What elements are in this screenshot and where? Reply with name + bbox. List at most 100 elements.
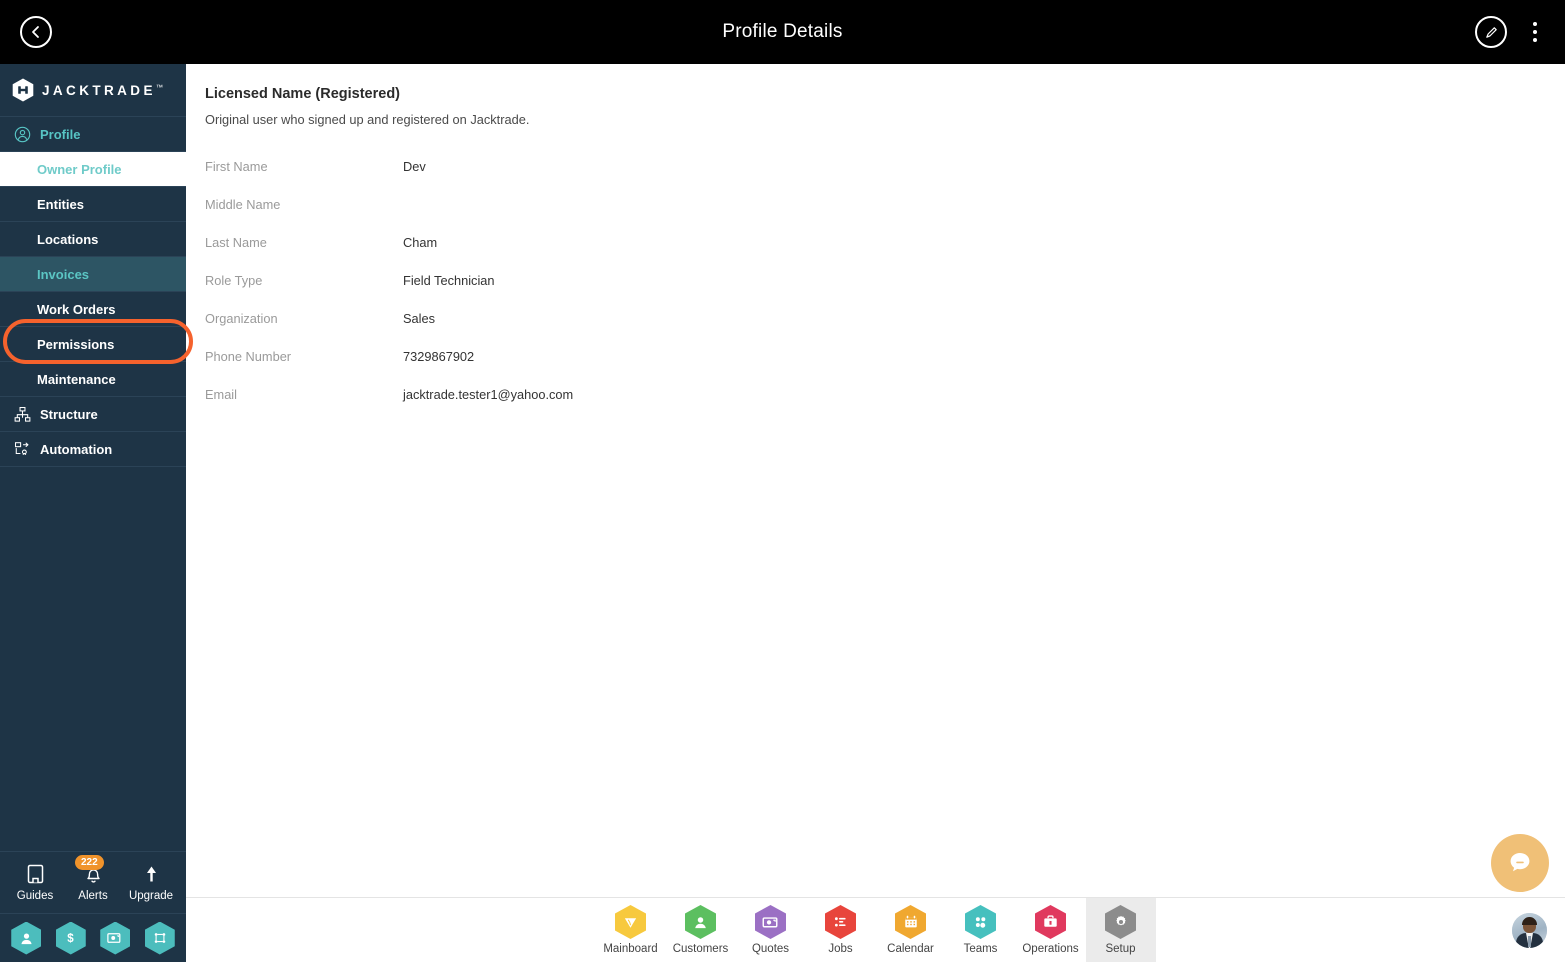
chevron-left-icon (32, 26, 39, 38)
more-options-button[interactable] (1523, 16, 1547, 48)
operations-hex (1035, 905, 1066, 939)
sidebar-item-profile[interactable]: Profile (0, 117, 186, 152)
kebab-dot (1533, 22, 1537, 26)
field-value: Sales (403, 310, 436, 326)
sidebar-item-maintenance[interactable]: Maintenance (0, 362, 186, 397)
sidebar-item-locations[interactable]: Locations (0, 222, 186, 257)
nav-label: Mainboard (603, 943, 658, 955)
structure-icon (14, 406, 31, 422)
nav-teams[interactable]: Teams (946, 898, 1016, 962)
bottom-nav: Mainboard Customers Quotes Jobs Calendar… (186, 897, 1565, 962)
quotes-hex (755, 905, 786, 939)
mainboard-hex (615, 905, 646, 939)
jacktrade-hex-logo (12, 78, 34, 102)
edit-button[interactable] (1475, 16, 1507, 48)
avatar-tie (1528, 936, 1531, 947)
workflow-hex-button[interactable] (144, 921, 175, 955)
arrow-up-icon (146, 866, 156, 882)
nav-mainboard[interactable]: Mainboard (596, 898, 666, 962)
teams-icon (975, 916, 986, 928)
dollar-hex-button[interactable]: $ (55, 921, 86, 955)
nav-quotes[interactable]: Quotes (736, 898, 806, 962)
trademark-mark: ™ (155, 84, 163, 91)
book-icon (27, 864, 43, 884)
sidebar-item-entities[interactable]: Entities (0, 187, 186, 222)
sidebar: JACKTRADE™ Profile Owner Profile Entitie… (0, 64, 193, 962)
field-value: jacktrade.tester1@yahoo.com (403, 386, 574, 402)
sidebar-item-automation[interactable]: Automation (0, 432, 186, 467)
field-value: Field Technician (403, 272, 495, 288)
calendar-icon (904, 915, 917, 928)
sidebar-item-label: Entities (37, 196, 84, 212)
guides-label: Guides (16, 890, 54, 902)
field-label: Email (205, 386, 237, 402)
avatar-hair (1522, 917, 1537, 925)
setup-hex (1105, 905, 1136, 939)
alerts-button[interactable]: 222 Alerts (65, 855, 121, 902)
sidebar-item-invoices[interactable]: Invoices (0, 257, 186, 292)
dollar-hex-icon: $ (68, 933, 75, 945)
sidebar-item-structure[interactable]: Structure (0, 397, 186, 432)
brand-logo[interactable]: JACKTRADE™ (0, 64, 186, 117)
nav-operations[interactable]: Operations (1016, 898, 1086, 962)
quotes-icon (762, 916, 777, 927)
sidebar-item-label: Profile (40, 126, 81, 142)
sidebar-item-permissions[interactable]: Permissions (0, 327, 186, 362)
profile-fields: First Name Dev Middle Name Last Name Cha… (205, 147, 1565, 413)
field-row: Email jacktrade.tester1@yahoo.com (205, 375, 1565, 413)
nav-jobs[interactable]: Jobs (806, 898, 876, 962)
sidebar-item-work-orders[interactable]: Work Orders (0, 292, 186, 327)
field-label: Phone Number (205, 348, 292, 364)
sidebar-item-label: Permissions (37, 336, 115, 352)
nav-label: Operations (1022, 943, 1079, 955)
nav-label: Quotes (751, 943, 790, 955)
nav-label: Calendar (887, 943, 934, 955)
nav-customers[interactable]: Customers (666, 898, 736, 962)
sidebar-item-owner-profile[interactable]: Owner Profile (0, 152, 186, 187)
field-label: Last Name (205, 234, 267, 250)
brand-label: JACKTRADE (42, 82, 156, 98)
payment-card-hex-button[interactable] (100, 921, 131, 955)
guides-button[interactable]: Guides (7, 864, 63, 902)
field-label: First Name (205, 158, 268, 174)
chat-widget-button[interactable] (1491, 834, 1549, 892)
mainboard-icon (624, 917, 637, 928)
field-label: Organization (205, 310, 278, 326)
back-button[interactable] (20, 16, 52, 48)
sidebar-utilities: Guides 222 Alerts Upgrade (0, 851, 186, 914)
jobs-hex (825, 905, 856, 939)
field-label: Middle Name (205, 196, 281, 212)
workflow-hex-icon (154, 933, 165, 943)
kebab-dot (1533, 30, 1537, 34)
nav-label: Customers (672, 943, 729, 955)
field-value: Dev (403, 158, 426, 174)
sidebar-item-label: Work Orders (37, 301, 116, 317)
calendar-hex (895, 905, 926, 939)
automation-icon (14, 441, 29, 455)
alerts-label: Alerts (78, 890, 108, 902)
nav-calendar[interactable]: Calendar (876, 898, 946, 962)
chat-bubble-icon (1510, 853, 1530, 872)
sidebar-item-label: Owner Profile (37, 161, 122, 177)
field-row: Phone Number 7329867902 (205, 337, 1565, 375)
field-value: 7329867902 (403, 348, 475, 364)
field-row: Last Name Cham (205, 223, 1565, 261)
upgrade-button[interactable]: Upgrade (123, 864, 179, 902)
nav-setup[interactable]: Setup (1085, 897, 1156, 962)
brand-name: JACKTRADE™ (42, 83, 163, 98)
person-hex-icon (21, 933, 32, 944)
person-hex-button[interactable] (11, 921, 42, 955)
field-row: Middle Name (205, 185, 1565, 223)
sidebar-item-label: Invoices (37, 266, 90, 282)
payment-card-hex-icon (107, 933, 121, 943)
user-avatar[interactable] (1512, 913, 1547, 948)
customers-hex (685, 905, 716, 939)
sidebar-quick-actions: $ (0, 914, 186, 962)
setup-gear-icon (1115, 915, 1126, 926)
nav-label: Setup (1105, 943, 1136, 955)
page-title: Profile Details (722, 21, 843, 42)
field-value: Cham (403, 234, 438, 250)
kebab-dot (1533, 38, 1537, 42)
sidebar-item-label: Locations (37, 231, 99, 247)
